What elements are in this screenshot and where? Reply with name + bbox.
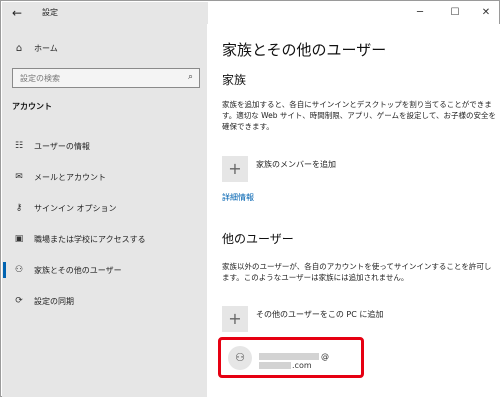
sidebar-item-label: 設定の同期 [34, 296, 74, 306]
home-label: ホーム [34, 43, 58, 53]
add-other-user-label: その他のユーザーをこの PC に追加 [256, 309, 384, 319]
search-input[interactable]: 設定の検索 ⌕ [12, 68, 200, 88]
email-suffix: .com [292, 361, 312, 370]
sidebar-item-label: サインイン オプション [34, 203, 117, 213]
sidebar-item-sign-in-options[interactable]: ⚷ サインイン オプション [2, 196, 207, 220]
user-info-icon: ☷ [14, 141, 24, 151]
search-placeholder: 設定の検索 [20, 74, 60, 83]
home-icon: ⌂ [15, 42, 23, 54]
briefcase-icon: ▣ [14, 234, 24, 244]
title-bar-left [2, 2, 208, 24]
active-indicator [3, 262, 6, 278]
sidebar-home[interactable]: ⌂ ホーム [12, 40, 58, 56]
user-email: @ .com [259, 352, 361, 370]
redacted-domain [259, 362, 291, 369]
sidebar-item-label: メールとアカウント [34, 172, 106, 182]
search-icon: ⌕ [187, 72, 193, 82]
plus-icon: + [222, 306, 248, 332]
sidebar-item-your-info[interactable]: ☷ ユーザーの情報 [2, 134, 207, 158]
more-info-link[interactable]: 詳細情報 [222, 192, 254, 203]
other-users-description: 家族以外のユーザーが、各自のアカウントを使ってサインインすることを許可します。こ… [222, 262, 492, 282]
redacted-name [259, 353, 319, 360]
other-users-heading: 他のユーザー [222, 232, 294, 246]
sidebar-item-sync-settings[interactable]: ⟳ 設定の同期 [2, 289, 207, 313]
add-family-member-button[interactable]: + 家族のメンバーを追加 [222, 156, 336, 182]
sidebar-item-work-school[interactable]: ▣ 職場または学校にアクセスする [2, 227, 207, 251]
window-title: 設定 [42, 8, 58, 17]
sync-icon: ⟳ [15, 296, 23, 306]
key-icon: ⚷ [15, 203, 23, 213]
family-description: 家族を追加すると、各自にサインインとデスクトップを割り当てることができます。適切… [222, 100, 496, 131]
main-content: 家族とその他のユーザー 家族 家族を追加すると、各自にサインインとデスクトップを… [207, 24, 500, 397]
plus-icon: + [222, 156, 248, 182]
maximize-icon[interactable]: ☐ [447, 5, 463, 21]
sidebar-item-family-other-users[interactable]: ⚇ 家族とその他のユーザー [2, 258, 207, 282]
people-icon: ⚇ [14, 265, 24, 275]
settings-window: ← 設定 ─ ☐ ✕ ⌂ ホーム 設定の検索 ⌕ アカウント ☷ ユーザーの情報… [0, 0, 500, 397]
minimize-icon[interactable]: ─ [412, 5, 428, 21]
page-title: 家族とその他のユーザー [222, 41, 387, 59]
sidebar-item-email-accounts[interactable]: ✉ メールとアカウント [2, 165, 207, 189]
sidebar-item-label: ユーザーの情報 [34, 141, 90, 151]
back-arrow-icon[interactable]: ← [10, 6, 24, 20]
section-header-account: アカウント [12, 102, 52, 111]
user-avatar-icon: ⚇ [228, 346, 252, 370]
mail-icon: ✉ [15, 172, 23, 182]
sidebar-item-label: 家族とその他のユーザー [34, 265, 122, 275]
other-user-account-row[interactable]: ⚇ @ .com [218, 337, 364, 378]
add-other-user-button[interactable]: + その他のユーザーをこの PC に追加 [222, 306, 383, 332]
sidebar: ⌂ ホーム 設定の検索 ⌕ アカウント ☷ ユーザーの情報 ✉ メールとアカウン… [2, 24, 207, 397]
family-heading: 家族 [222, 73, 247, 87]
add-family-member-label: 家族のメンバーを追加 [256, 159, 336, 169]
close-icon[interactable]: ✕ [478, 5, 494, 21]
title-bar: ← 設定 ─ ☐ ✕ [2, 2, 500, 24]
sidebar-item-label: 職場または学校にアクセスする [34, 234, 146, 244]
email-at: @ [321, 352, 329, 361]
